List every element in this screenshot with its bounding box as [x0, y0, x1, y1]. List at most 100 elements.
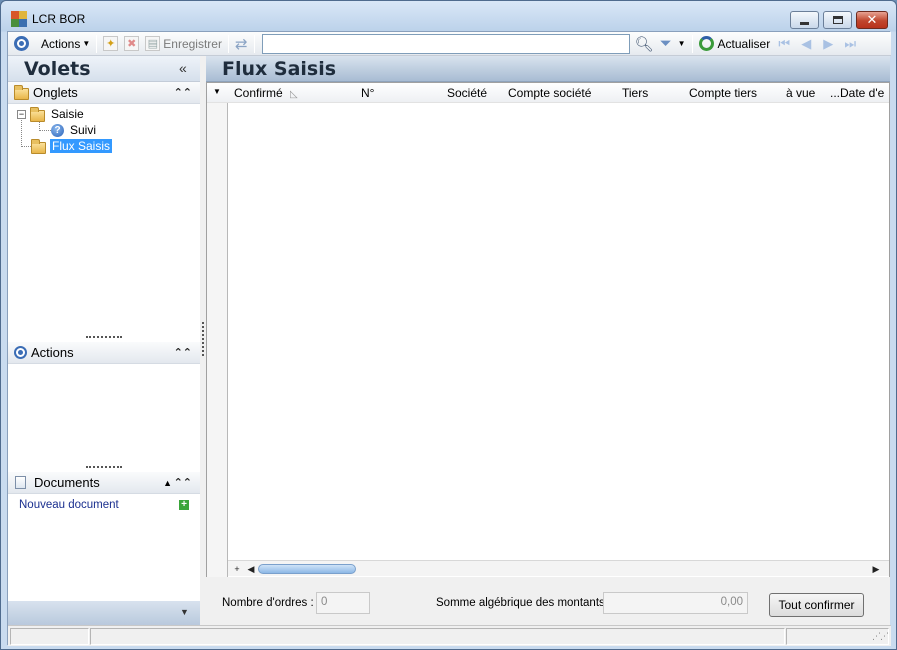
last-record-button[interactable]: ⏭ [839, 33, 861, 55]
scroll-right-icon[interactable]: ▶ [869, 562, 883, 576]
previous-record-button[interactable]: ◀ [795, 33, 817, 55]
window-title: LCR BOR [32, 12, 86, 26]
save-icon: ▤ [145, 36, 161, 51]
tree-line [21, 146, 31, 147]
chevron-down-icon[interactable]: ▼ [180, 607, 189, 617]
left-panel-footer: ▼ [8, 601, 200, 625]
column-header-numero[interactable]: N° [361, 86, 374, 100]
restore-icon [832, 16, 843, 24]
collapse-node-icon[interactable]: − [17, 109, 26, 119]
tree-item-saisie[interactable]: − Saisie [17, 106, 84, 122]
save-button[interactable]: ▤ Enregistrer [142, 33, 225, 55]
add-icon[interactable]: + [179, 500, 189, 510]
next-icon: ▶ [823, 35, 834, 51]
new-document-icon: ✦ [103, 36, 119, 51]
tree-line [39, 130, 51, 131]
title-bar[interactable]: LCR BOR ✕ [1, 1, 896, 31]
grid-header: ▼ Confirmé ◺ N° Société Compte société T… [207, 83, 889, 103]
app-window: LCR BOR ✕ Actions ▼ ✦ ✖ ▤ Enregistrer ⇄ … [0, 0, 897, 650]
column-label: Confirmé [234, 86, 283, 100]
footer-area: Nombre d'ordres : 0 Somme algébrique des… [206, 577, 890, 625]
app-icon [11, 11, 27, 27]
actions-section-label: Actions [31, 345, 74, 360]
column-header-a-vue[interactable]: à vue [786, 86, 815, 100]
volets-header: Volets « [8, 56, 200, 82]
previous-icon: ◀ [801, 35, 812, 51]
save-label: Enregistrer [163, 36, 222, 51]
main-panel: Flux Saisis ▼ Confirmé ◺ N° Société Comp… [206, 56, 890, 625]
resize-grip-icon[interactable]: ⋰⋰ [872, 631, 889, 642]
first-record-button[interactable]: ⏮ [773, 33, 795, 55]
data-grid[interactable]: ▼ Confirmé ◺ N° Société Compte société T… [206, 82, 890, 601]
new-document-label: Nouveau document [19, 499, 119, 511]
splitter-grip[interactable] [86, 336, 122, 339]
column-header-compte-societe[interactable]: Compte société [508, 86, 591, 100]
splitter-grip[interactable] [86, 466, 122, 469]
actions-circle-icon [14, 36, 29, 51]
collapse-section-icon[interactable]: ⌃⌃ [174, 346, 192, 359]
actions-menu-button[interactable]: Actions ▼ [38, 33, 93, 55]
tree-item-flux-saisis[interactable]: Flux Saisis [31, 138, 113, 154]
column-header-confirme[interactable]: Confirmé ◺ [234, 86, 298, 100]
minimize-icon [800, 21, 809, 25]
collapse-section-icon[interactable]: ⌃⌃ [174, 476, 192, 489]
delete-icon: ✖ [124, 36, 140, 51]
close-button[interactable]: ✕ [856, 11, 888, 29]
orders-count-label: Nombre d'ordres : [222, 597, 314, 609]
new-button[interactable]: ✦ [100, 33, 121, 55]
document-icon [15, 476, 26, 489]
magnifier-icon: 🔍︎ [634, 35, 654, 53]
minimize-button[interactable] [790, 11, 819, 29]
sync-icon: ⇄ [234, 35, 248, 53]
search-input[interactable] [261, 33, 630, 54]
refresh-button[interactable]: Actualiser [696, 33, 774, 55]
collapse-section-icon[interactable]: ⌃⌃ [174, 86, 192, 99]
refresh-icon [698, 36, 714, 51]
tree-item-suivi[interactable]: ? Suivi [51, 122, 96, 138]
delete-button[interactable]: ✖ [121, 33, 142, 55]
folder-icon [14, 85, 29, 100]
collapse-up-icon[interactable]: ▲ [163, 478, 172, 488]
sum-field: 0,00 [603, 592, 748, 614]
onglets-label: Onglets [33, 85, 78, 100]
actions-section-header[interactable]: Actions ⌃⌃ [8, 342, 200, 364]
documents-section-header[interactable]: Documents ▲ ⌃⌃ [8, 472, 200, 494]
splitter-grip [202, 322, 204, 356]
collapse-panel-icon[interactable]: « [179, 60, 187, 76]
toolbar-separator [96, 34, 98, 53]
horizontal-scrollbar[interactable]: + ◀ ▶ [228, 560, 889, 576]
search-button[interactable]: 🔍︎ [632, 33, 657, 55]
first-icon: ⏮ [778, 35, 791, 51]
last-icon: ⏭ [844, 35, 857, 51]
tree-item-label: Saisie [51, 107, 84, 121]
next-record-button[interactable]: ▶ [817, 33, 839, 55]
actions-circle-icon [14, 346, 27, 359]
column-header-tiers[interactable]: Tiers [622, 86, 648, 100]
column-header-compte-tiers[interactable]: Compte tiers [689, 86, 757, 100]
column-header-societe[interactable]: Société [447, 86, 487, 100]
scrollbar-thumb[interactable] [258, 564, 356, 574]
sum-label: Somme algébrique des montants : [436, 597, 612, 609]
column-chooser-icon[interactable]: ▼ [213, 87, 221, 96]
filter-button[interactable]: ⏷ [657, 33, 675, 55]
sync-button[interactable]: ⇄ [232, 33, 251, 55]
scroll-left-icon[interactable]: ◀ [244, 562, 258, 576]
chevron-down-icon: ▼ [677, 39, 686, 48]
filter-dropdown-button[interactable]: ▼ [675, 33, 689, 55]
add-row-button[interactable]: + [230, 562, 244, 576]
tree-item-label: Suivi [70, 123, 97, 137]
toolbar-separator [253, 34, 255, 53]
documents-label: Documents [34, 475, 100, 490]
sort-ascending-icon: ◺ [290, 89, 298, 100]
onglets-section-header[interactable]: Onglets ⌃⌃ [8, 82, 200, 104]
toolbar-separator [227, 34, 229, 53]
confirm-all-button[interactable]: Tout confirmer [769, 593, 864, 617]
page-title: Flux Saisis [222, 58, 337, 80]
client-area: Actions ▼ ✦ ✖ ▤ Enregistrer ⇄ 🔍︎ ⏷ ▼ Act… [7, 31, 891, 646]
column-header-date[interactable]: ...Date d'e [830, 86, 884, 100]
chevron-down-icon: ▼ [82, 39, 91, 48]
toolbar-separator [691, 34, 693, 53]
actions-icon-button[interactable] [11, 33, 32, 55]
new-document-link[interactable]: Nouveau document + [19, 499, 189, 511]
maximize-button[interactable] [823, 11, 852, 29]
